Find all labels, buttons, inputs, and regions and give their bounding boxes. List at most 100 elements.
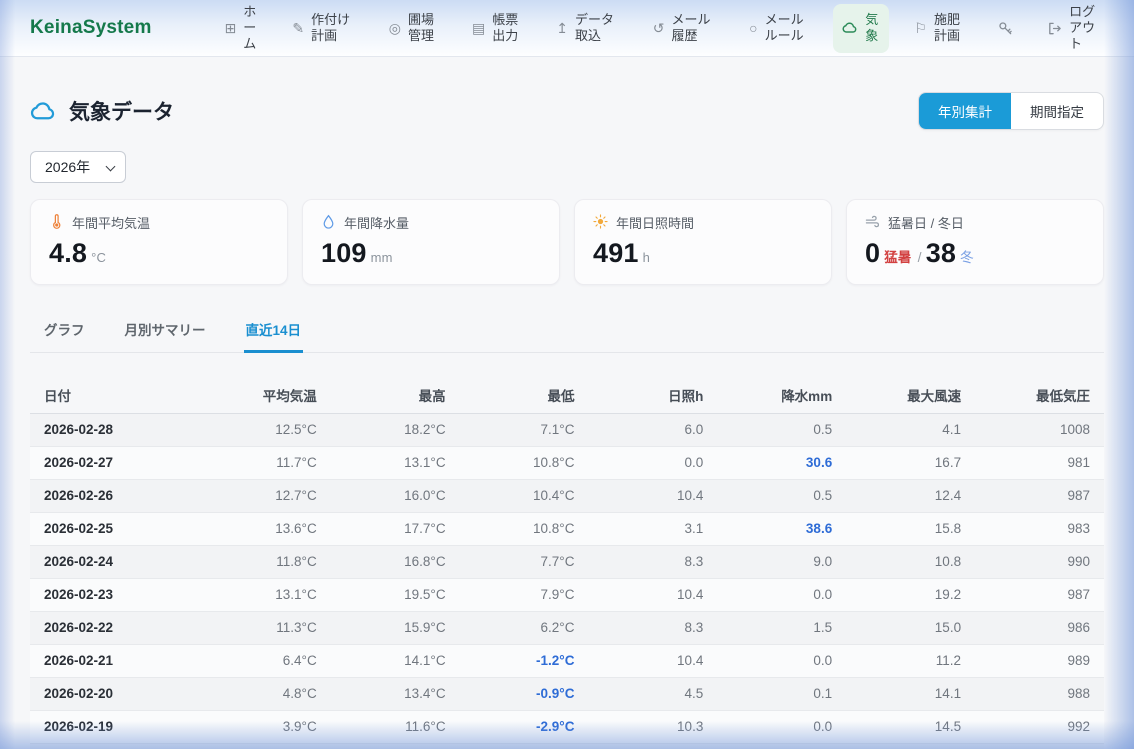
nav-item-key[interactable] [989, 4, 1022, 53]
hot-days-label: 猛暑 [884, 250, 911, 265]
cell-sunshine: 10.4 [588, 644, 717, 677]
cell-min-pressure: 987 [975, 479, 1104, 512]
cell-min-pressure: 992 [975, 710, 1104, 743]
year-select[interactable]: 2026年 [30, 151, 126, 183]
cell-min-temp: -0.9°C [460, 677, 589, 710]
col-sunshine: 日照h [588, 377, 717, 413]
cell-precipitation: 0.0 [717, 578, 846, 611]
page-title: 気象データ [69, 96, 174, 126]
grid-icon: ⊞ [225, 20, 237, 37]
cell-max-temp: 16.0°C [331, 479, 460, 512]
nav-item-mail-history[interactable]: ↺ メール履歴 [644, 4, 724, 53]
cell-max-wind: 10.8 [846, 545, 975, 578]
cell-min-temp: -2.9°C [460, 710, 589, 743]
cell-sunshine: 10.4 [588, 479, 717, 512]
view-tabs: グラフ 月別サマリー 直近14日 [30, 311, 1104, 353]
cell-max-wind: 14.5 [846, 710, 975, 743]
cell-date: 2026-02-27 [30, 446, 202, 479]
cell-max-temp: 14.1°C [331, 644, 460, 677]
card-value: 4.8°C [49, 238, 269, 269]
cell-avg-temp: 13.1°C [202, 578, 331, 611]
cell-date: 2026-02-20 [30, 677, 202, 710]
cell-date: 2026-02-23 [30, 578, 202, 611]
cell-date: 2026-02-26 [30, 479, 202, 512]
col-min-temp: 最低 [460, 377, 589, 413]
table-row: 2026-02-2211.3°C15.9°C6.2°C8.31.515.0986 [30, 611, 1104, 644]
cell-precipitation: 9.0 [717, 545, 846, 578]
cold-days-label: 冬 [960, 250, 974, 265]
cell-sunshine: 10.4 [588, 578, 717, 611]
cell-avg-temp: 11.7°C [202, 446, 331, 479]
cell-precipitation: 0.0 [717, 644, 846, 677]
cell-avg-temp: 11.3°C [202, 611, 331, 644]
cell-sunshine: 0.0 [588, 446, 717, 479]
card-value: 0猛暑/38冬 [865, 238, 1085, 269]
cell-min-temp: 10.8°C [460, 512, 589, 545]
cell-date: 2026-02-19 [30, 710, 202, 743]
cell-min-pressure: 981 [975, 446, 1104, 479]
nav-item-data-import[interactable]: ↥ データ取込 [547, 4, 627, 53]
cell-min-temp: 6.2°C [460, 611, 589, 644]
cell-sunshine: 4.5 [588, 677, 717, 710]
cell-max-temp: 17.7°C [331, 512, 460, 545]
cell-max-temp: 13.4°C [331, 677, 460, 710]
nav-item-fertilization-plan[interactable]: ⚐ 施肥計画 [905, 4, 972, 53]
tab-recent-14-days[interactable]: 直近14日 [244, 311, 304, 353]
cloud-icon [842, 20, 858, 36]
col-min-pressure: 最低気圧 [975, 377, 1104, 413]
cell-min-temp: 10.8°C [460, 446, 589, 479]
cell-sunshine: 6.0 [588, 413, 717, 446]
cell-max-wind: 4.1 [846, 413, 975, 446]
table-row: 2026-02-204.8°C13.4°C-0.9°C4.50.114.1988 [30, 677, 1104, 710]
nav-item-report-output[interactable]: ▤ 帳票出力 [463, 4, 531, 53]
tab-monthly-summary[interactable]: 月別サマリー [123, 311, 208, 353]
stat-cards: 年間平均気温 4.8°C 年間降水量 109mm 年間日照時間 491h [30, 199, 1104, 285]
droplet-icon [321, 214, 336, 232]
nav-item-planting-plan[interactable]: ✎ 作付け計画 [283, 4, 363, 53]
cell-min-pressure: 987 [975, 578, 1104, 611]
cell-date: 2026-02-22 [30, 611, 202, 644]
col-date: 日付 [30, 377, 202, 413]
period-select-button[interactable]: 期間指定 [1011, 93, 1103, 129]
col-max-temp: 最高 [331, 377, 460, 413]
card-precipitation: 年間降水量 109mm [302, 199, 560, 285]
top-navigation-bar: KeinaSystem ⊞ ホーム ✎ 作付け計画 ◎ 圃場管理 ▤ 帳票出力 … [0, 0, 1134, 57]
nav-item-mail-rules[interactable]: ○ メールルール [740, 4, 817, 53]
tab-graph[interactable]: グラフ [42, 311, 87, 353]
cell-avg-temp: 12.5°C [202, 413, 331, 446]
cell-max-wind: 16.7 [846, 446, 975, 479]
cold-days-value: 38 [926, 238, 956, 268]
cell-min-temp: 10.4°C [460, 479, 589, 512]
year-select-wrap: 2026年 [30, 151, 126, 183]
flag-icon: ⚐ [914, 20, 927, 37]
cell-precipitation: 30.6 [717, 446, 846, 479]
cell-sunshine: 8.3 [588, 611, 717, 644]
table-row: 2026-02-2612.7°C16.0°C10.4°C10.40.512.49… [30, 479, 1104, 512]
nav-item-home[interactable]: ⊞ ホーム [216, 4, 268, 53]
cell-date: 2026-02-24 [30, 545, 202, 578]
col-avg-temp: 平均気温 [202, 377, 331, 413]
yearly-summary-button[interactable]: 年別集計 [919, 93, 1011, 129]
table-row: 2026-02-216.4°C14.1°C-1.2°C10.40.011.298… [30, 644, 1104, 677]
cloud-icon [30, 98, 57, 125]
cell-sunshine: 10.3 [588, 710, 717, 743]
pencil-icon: ✎ [292, 20, 304, 37]
app-logo[interactable]: KeinaSystem [30, 17, 152, 39]
cell-max-wind: 15.8 [846, 512, 975, 545]
cell-min-pressure: 990 [975, 545, 1104, 578]
card-label: 年間降水量 [344, 213, 409, 232]
cell-min-pressure: 986 [975, 611, 1104, 644]
cell-min-pressure: 1008 [975, 413, 1104, 446]
col-precipitation: 降水mm [717, 377, 846, 413]
cell-precipitation: 0.5 [717, 413, 846, 446]
nav-item-field-management[interactable]: ◎ 圃場管理 [380, 4, 447, 53]
nav-item-weather[interactable]: 気象 [833, 4, 889, 53]
cell-max-temp: 16.8°C [331, 545, 460, 578]
nav-item-logout[interactable]: ログアウト [1038, 4, 1108, 53]
history-icon: ↺ [653, 20, 665, 37]
cell-precipitation: 0.5 [717, 479, 846, 512]
cell-min-pressure: 983 [975, 512, 1104, 545]
cell-min-temp: -1.2°C [460, 644, 589, 677]
thermometer-icon [49, 214, 64, 232]
cell-min-pressure: 989 [975, 644, 1104, 677]
